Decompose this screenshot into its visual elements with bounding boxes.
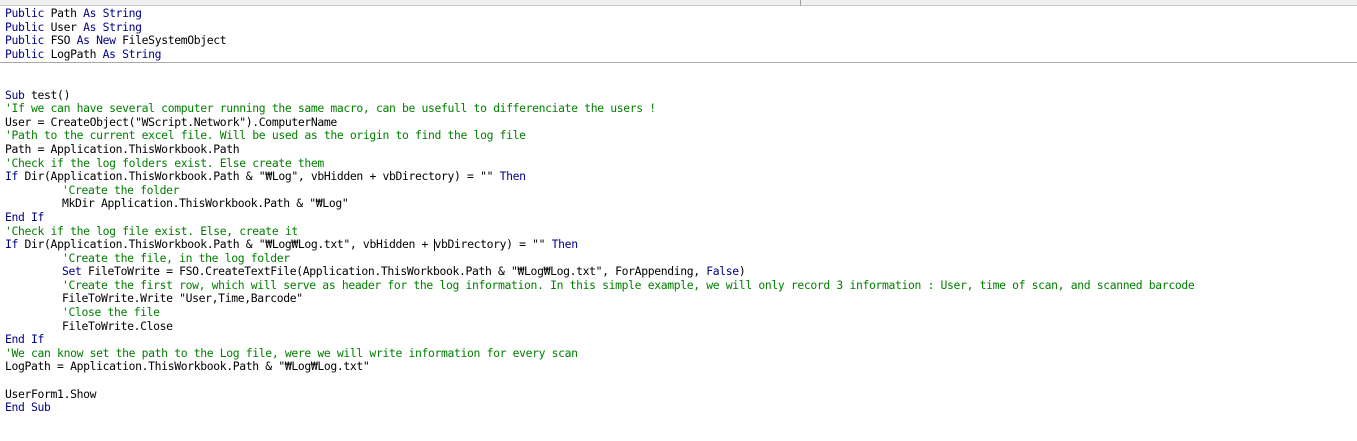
code-line[interactable]: FileToWrite.Write "User,Time,Barcode" [0, 292, 1357, 306]
code-token: Path = Application.ThisWorkbook.Path [5, 141, 240, 156]
code-token: Dir(Application.ThisWorkbook.Path & "₩Lo… [24, 237, 435, 252]
code-line[interactable]: If Dir(Application.ThisWorkbook.Path & "… [0, 237, 1357, 252]
comment-token: 'Path to the current excel file. Will be… [5, 128, 526, 143]
code-line[interactable]: MkDir Application.ThisWorkbook.Path & "₩… [0, 197, 1357, 211]
code-line[interactable]: 'We can know set the path to the Log fil… [0, 345, 1357, 361]
pane-splitter[interactable] [800, 0, 801, 6]
code-editor[interactable]: Public Path As String Public User As Stri… [0, 7, 1357, 441]
keyword-token: As String [102, 46, 162, 61]
keyword-token: If [5, 169, 25, 184]
code-token: User = CreateObject("WScript.Network").C… [5, 114, 337, 129]
code-line[interactable]: Path = Application.ThisWorkbook.Path [0, 141, 1357, 157]
code-token: Dir(Application.ThisWorkbook.Path & "₩Lo… [24, 169, 500, 184]
keyword-token: Public [5, 19, 51, 34]
keyword-token: As String [83, 19, 142, 34]
keyword-token: As String [83, 7, 142, 20]
code-line[interactable]: 'Path to the current excel file. Will be… [0, 129, 1357, 143]
code-line[interactable]: End Sub [0, 400, 1357, 415]
code-token: MkDir Application.ThisWorkbook.Path & "₩… [62, 196, 349, 211]
keyword-token: End Sub [5, 400, 51, 415]
comment-token: 'Check if the log folders exist. Else cr… [5, 155, 324, 170]
code-line[interactable]: 'Create the file, in the log folder [0, 250, 1357, 266]
window-top-edge [0, 0, 1357, 6]
keyword-token: False [706, 264, 739, 279]
code-line[interactable]: Sub test() [0, 87, 1357, 103]
blank-line[interactable] [0, 374, 1357, 388]
comment-token: 'Check if the log file exist. Else, crea… [5, 223, 298, 238]
keyword-token: End If [5, 209, 45, 224]
keyword-token: Then [551, 237, 578, 252]
keyword-token: Then [499, 169, 526, 184]
code-token: ) [738, 264, 746, 279]
comment-token: 'Create the first row, which will serve … [62, 277, 1195, 292]
code-token: LogPath = Application.ThisWorkbook.Path … [5, 359, 370, 374]
code-token: vbDirectory) = "" [434, 237, 552, 252]
comment-token: 'If we can have several computer running… [5, 101, 656, 116]
code-line[interactable]: If Dir(Application.ThisWorkbook.Path & "… [0, 169, 1357, 184]
code-token: FileSystemObject [122, 33, 227, 48]
blank-line[interactable] [0, 75, 1357, 89]
code-token: test() [31, 87, 71, 102]
keyword-token: End If [5, 332, 45, 347]
comment-token: 'Close the file [62, 305, 160, 320]
code-line[interactable]: 'Close the file [0, 305, 1357, 320]
keyword-token: Public [5, 33, 51, 48]
code-token: FileToWrite.Close [62, 318, 173, 333]
code-line[interactable]: End If [0, 332, 1357, 347]
code-line[interactable]: Set FileToWrite = FSO.CreateTextFile(App… [0, 264, 1357, 279]
code-line[interactable]: 'Check if the log file exist. Else, crea… [0, 223, 1357, 239]
comment-token: 'Create the folder [62, 182, 180, 197]
code-line[interactable]: Public LogPath As String [0, 46, 1357, 62]
code-token: UserForm1.Show [5, 386, 97, 401]
blank-line[interactable] [0, 61, 1357, 75]
code-line[interactable]: 'Check if the log folders exist. Else cr… [0, 155, 1357, 171]
code-token: Path [50, 7, 84, 20]
code-line[interactable]: End If [0, 209, 1357, 225]
code-token: FSO [50, 33, 77, 48]
keyword-token: Public [5, 46, 51, 61]
keyword-token: Public [5, 7, 51, 20]
code-line[interactable]: Public Path As String [0, 7, 1357, 21]
code-line[interactable]: UserForm1.Show [0, 386, 1357, 402]
code-line[interactable]: 'Create the first row, which will serve … [0, 277, 1357, 293]
code-line[interactable]: FileToWrite.Close [0, 318, 1357, 334]
code-line[interactable]: LogPath = Application.ThisWorkbook.Path … [0, 360, 1357, 374]
keyword-token: Sub [5, 87, 32, 102]
code-token: FileToWrite.Write "User,Time,Barcode" [62, 291, 303, 306]
procedure-separator [0, 62, 1357, 63]
code-line[interactable]: 'Create the folder [0, 182, 1357, 198]
keyword-token: If [5, 237, 25, 252]
code-line[interactable]: User = CreateObject("WScript.Network").C… [0, 114, 1357, 130]
code-line[interactable]: Public User As String [0, 19, 1357, 35]
keyword-token: Set [62, 264, 89, 279]
code-line[interactable]: Public FSO As New FileSystemObject [0, 33, 1357, 48]
code-line[interactable]: 'If we can have several computer running… [0, 101, 1357, 116]
comment-token: 'We can know set the path to the Log fil… [5, 345, 578, 360]
code-token: User [50, 19, 84, 34]
code-token: FileToWrite = FSO.CreateTextFile(Applica… [88, 264, 707, 279]
keyword-token: As New [76, 33, 123, 48]
comment-token: 'Create the file, in the log folder [62, 250, 290, 265]
code-token: LogPath [50, 46, 103, 61]
